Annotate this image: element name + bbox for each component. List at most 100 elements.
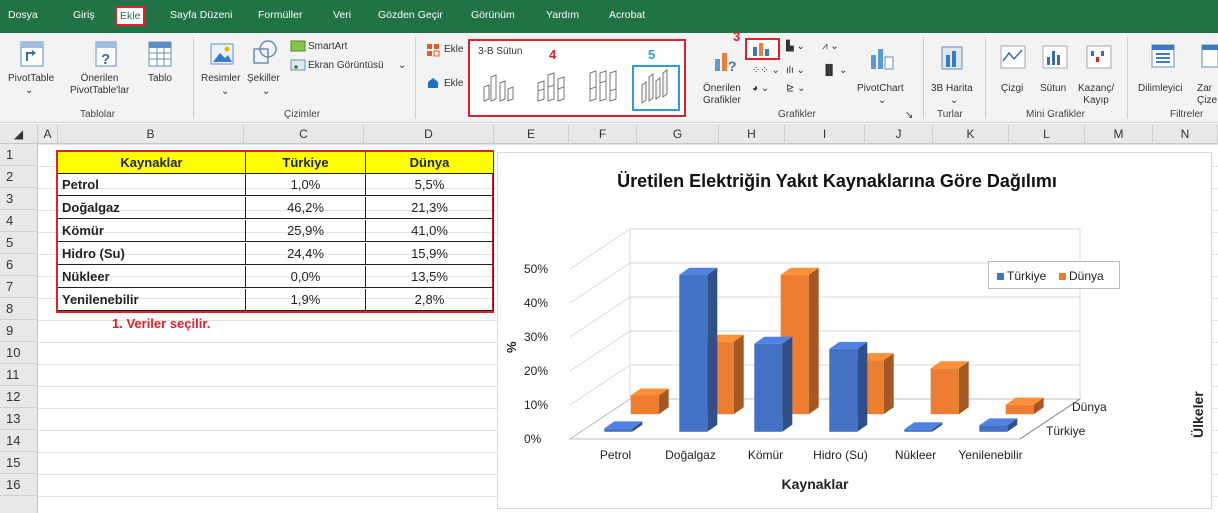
header-cell-kaynaklar[interactable]: Kaynaklar (58, 152, 246, 174)
row-header-1[interactable]: 1 (0, 144, 38, 166)
tab-formuller[interactable]: Formüller (258, 9, 302, 21)
table-cell[interactable]: 15,9% (366, 243, 494, 265)
chart-object[interactable]: Üretilen Elektriğin Yakıt Kaynaklarına G… (497, 152, 1212, 509)
recommended-charts-icon[interactable]: ? (712, 45, 742, 75)
column-header-m[interactable]: M (1085, 124, 1153, 144)
row-header-2[interactable]: 2 (0, 166, 38, 188)
pivotchart-icon[interactable] (868, 43, 896, 73)
column-header-j[interactable]: J (865, 124, 933, 144)
row-header-15[interactable]: 15 (0, 452, 38, 474)
my-addins-icon[interactable] (426, 76, 440, 90)
get-addins-icon[interactable] (426, 43, 440, 57)
row-header-7[interactable]: 7 (0, 276, 38, 298)
tab-yardim[interactable]: Yardım (546, 9, 579, 21)
table-cell[interactable]: 1,0% (246, 174, 366, 196)
tab-gozden-gecir[interactable]: Gözden Geçir (378, 9, 443, 21)
sparkline-column-icon[interactable] (1042, 45, 1068, 69)
recommended-pivot-label[interactable]: Önerilen PivotTable'lar (70, 73, 129, 97)
row-header-4[interactable]: 4 (0, 210, 38, 232)
header-cell-dunya[interactable]: Dünya (366, 152, 494, 174)
insert-column-chart-button[interactable] (745, 38, 780, 60)
column-header-g[interactable]: G (637, 124, 719, 144)
row-header-14[interactable]: 14 (0, 430, 38, 452)
recommended-pivot-icon[interactable]: ? (92, 39, 120, 69)
column-header-l[interactable]: L (1009, 124, 1085, 144)
table-icon[interactable] (146, 39, 174, 69)
sparkline-line-label[interactable]: Çizgi (1001, 83, 1023, 95)
3d-map-icon[interactable] (938, 43, 966, 73)
table-cell[interactable]: Doğalgaz (58, 197, 246, 219)
table-cell[interactable]: Kömür (58, 220, 246, 242)
chart-dialog-launcher-icon[interactable]: ↘ (905, 110, 913, 122)
shapes-icon[interactable] (248, 39, 282, 69)
timeline-icon[interactable] (1200, 43, 1218, 71)
shapes-label[interactable]: Şekiller (247, 73, 280, 85)
row-header-9[interactable]: 9 (0, 320, 38, 342)
table-cell[interactable]: 1,9% (246, 289, 366, 311)
pictures-label[interactable]: Resimler (201, 73, 240, 85)
table-cell[interactable]: 46,2% (246, 197, 366, 219)
3d-stacked-column-option[interactable] (530, 65, 578, 111)
row-header-5[interactable]: 5 (0, 232, 38, 254)
scatter-chart-icon[interactable]: ⁘⁘ ⌄ (752, 65, 780, 77)
row-header-8[interactable]: 8 (0, 298, 38, 320)
timeline-label[interactable]: Zar Çize (1197, 83, 1217, 107)
table-cell[interactable]: Hidro (Su) (58, 243, 246, 265)
combo-chart-icon[interactable]: ⊵ ⌄ (786, 83, 806, 95)
table-cell[interactable]: 13,5% (366, 266, 494, 288)
column-header-i[interactable]: I (785, 124, 865, 144)
table-cell[interactable]: 21,3% (366, 197, 494, 219)
chart-plot-area[interactable]: 0% 10% 20% 30% 40% 50% Petrol Doğalgaz Kömür Hidr… (498, 153, 1211, 508)
table-cell[interactable]: 41,0% (366, 220, 494, 242)
smartart-label[interactable]: SmartArt (308, 41, 347, 53)
pivottable-icon[interactable] (18, 39, 46, 69)
tab-ekle[interactable]: Ekle (115, 6, 146, 26)
header-cell-turkiye[interactable]: Türkiye (246, 152, 366, 174)
row-header-3[interactable]: 3 (0, 188, 38, 210)
3d-column-option[interactable] (632, 65, 680, 111)
column-header-h[interactable]: H (719, 124, 785, 144)
recommended-charts-label[interactable]: Önerilen Grafikler (703, 83, 741, 107)
sparkline-line-icon[interactable] (1000, 45, 1026, 69)
get-addins-label[interactable]: Ekle (444, 44, 463, 56)
column-header-c[interactable]: C (244, 124, 364, 144)
column-header-n[interactable]: N (1153, 124, 1218, 144)
table-cell[interactable]: 24,4% (246, 243, 366, 265)
3d-clustered-column-option[interactable] (478, 65, 526, 111)
column-header-a[interactable]: A (38, 124, 58, 144)
hierarchy-chart-icon[interactable]: ▙ ⌄ (786, 41, 805, 53)
table-cell[interactable]: Nükleer (58, 266, 246, 288)
table-label[interactable]: Tablo (148, 73, 172, 85)
chart-legend[interactable]: Türkiye Dünya (988, 261, 1120, 289)
table-cell[interactable]: Yenilenebilir (58, 289, 246, 311)
pivotchart-label[interactable]: PivotChart (857, 83, 904, 95)
column-header-d[interactable]: D (364, 124, 494, 144)
smartart-icon[interactable] (290, 39, 306, 52)
select-all-corner[interactable]: ◢ (0, 124, 38, 144)
column-header-e[interactable]: E (494, 124, 569, 144)
3d-100-stacked-column-option[interactable] (582, 65, 630, 111)
tab-giris[interactable]: Giriş (73, 9, 95, 21)
table-cell[interactable]: 0,0% (246, 266, 366, 288)
pictures-icon[interactable] (208, 39, 236, 69)
screenshot-icon[interactable] (290, 58, 306, 71)
row-header-11[interactable]: 11 (0, 364, 38, 386)
tab-acrobat[interactable]: Acrobat (609, 9, 645, 21)
waterfall-chart-icon[interactable]: ▐▌ ⌄ (822, 65, 847, 77)
tab-sayfa-duzeni[interactable]: Sayfa Düzeni (170, 9, 232, 21)
slicer-label[interactable]: Dilimleyici (1138, 83, 1182, 95)
pivottable-label[interactable]: PivotTable (8, 73, 54, 85)
sparkline-winloss-label[interactable]: Kazanç/ Kayıp (1078, 83, 1114, 107)
pie-chart-icon[interactable]: ◕ ⌄ (752, 83, 769, 95)
slicer-icon[interactable] (1150, 43, 1176, 71)
line-chart-icon[interactable]: ⩘ ⌄ (822, 41, 839, 53)
row-header-13[interactable]: 13 (0, 408, 38, 430)
table-cell[interactable]: 25,9% (246, 220, 366, 242)
table-cell[interactable]: 2,8% (366, 289, 494, 311)
screenshot-label[interactable]: Ekran Görüntüsü (308, 60, 384, 72)
column-header-b[interactable]: B (58, 124, 244, 144)
table-cell[interactable]: Petrol (58, 174, 246, 196)
table-cell[interactable]: 5,5% (366, 174, 494, 196)
row-header-6[interactable]: 6 (0, 254, 38, 276)
sparkline-column-label[interactable]: Sütun (1040, 83, 1066, 95)
